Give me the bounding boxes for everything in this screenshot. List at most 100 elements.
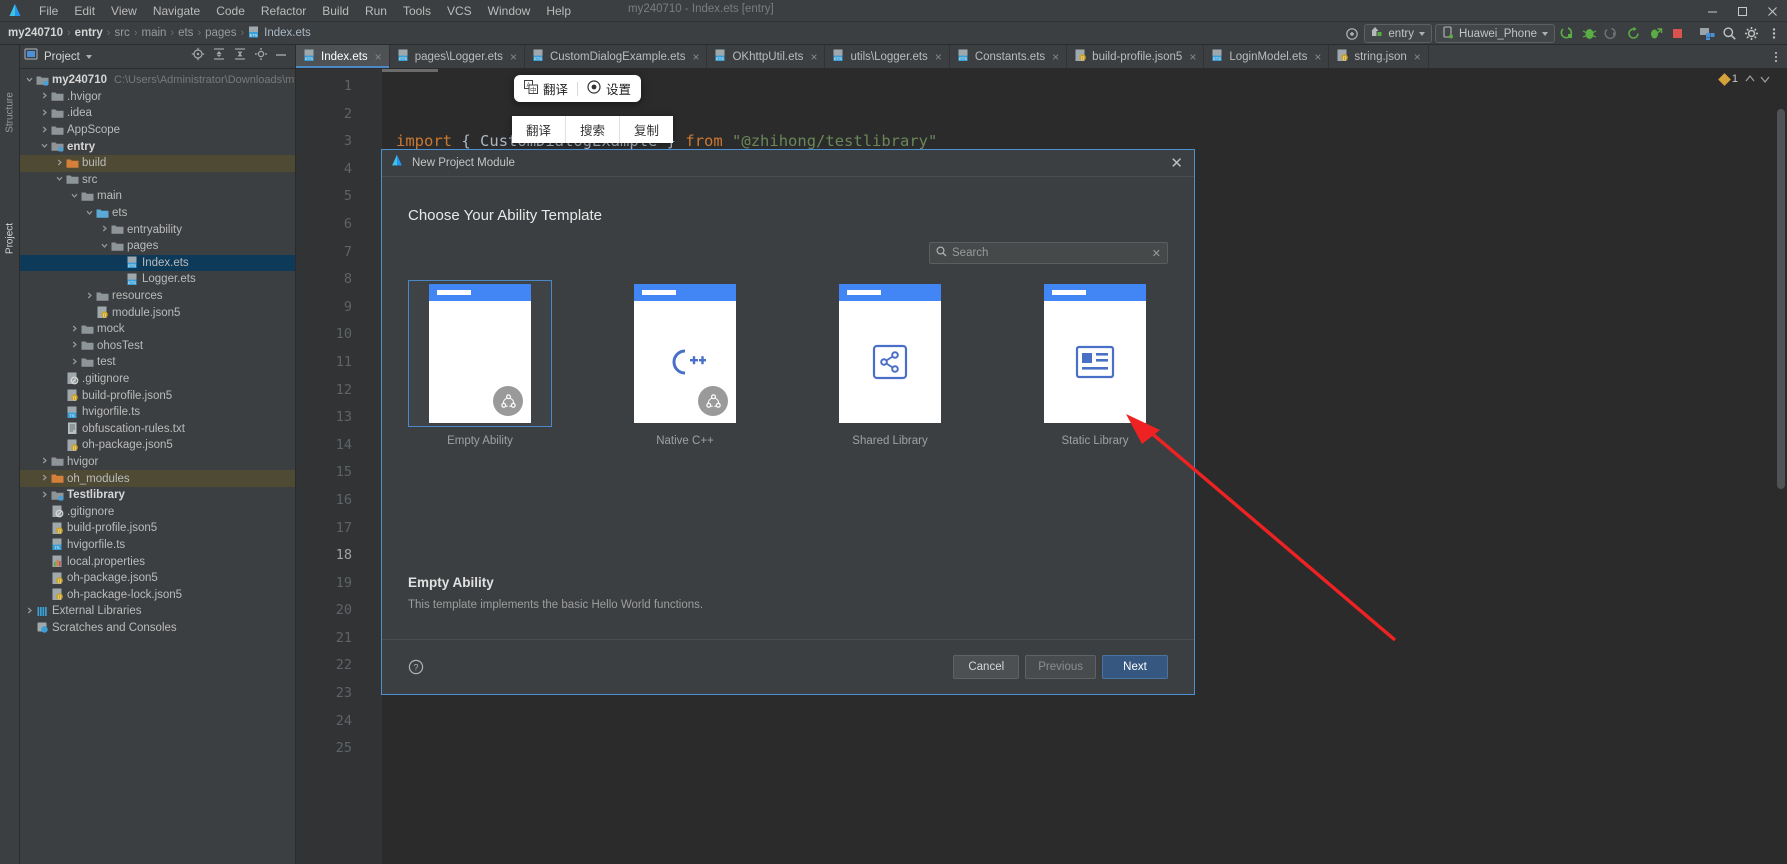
breadcrumb-item-entry[interactable]: entry: [72, 27, 106, 39]
close-icon[interactable]: ×: [810, 50, 817, 64]
rail-item-structure[interactable]: Structure: [5, 91, 16, 135]
debug-icon[interactable]: [1580, 24, 1599, 43]
template-card-empty-ability[interactable]: Empty Ability: [408, 280, 552, 447]
tree-item-build-profile-json5[interactable]: {} build-profile.json5: [20, 520, 295, 537]
tree-item--hvigor[interactable]: .hvigor: [20, 89, 295, 106]
tree-item-entry[interactable]: entry: [20, 138, 295, 155]
tree-item-module-json5[interactable]: {} module.json5: [20, 304, 295, 321]
tree-item-build[interactable]: build: [20, 154, 295, 172]
tree-item--gitignore[interactable]: .gitignore: [20, 503, 295, 520]
editor-tab-customdialogexample-ets[interactable]: ETS CustomDialogExample.ets ×: [525, 45, 708, 68]
close-icon[interactable]: ×: [935, 50, 942, 64]
chevron-right-icon[interactable]: [39, 490, 50, 501]
inspection-status[interactable]: 1: [1718, 72, 1771, 86]
menu-file[interactable]: File: [31, 1, 66, 21]
translate-action[interactable]: A中 翻译: [524, 79, 568, 98]
profiler-icon[interactable]: [1646, 24, 1665, 43]
tree-item-oh-package-lock-json5[interactable]: {} oh-package-lock.json5: [20, 586, 295, 603]
breadcrumb-item-pages[interactable]: pages: [202, 27, 239, 39]
tree-item--gitignore[interactable]: .gitignore: [20, 371, 295, 388]
menu-tools[interactable]: Tools: [395, 1, 439, 21]
template-card-native-cpp[interactable]: Native C++: [613, 280, 757, 447]
chevron-right-icon[interactable]: [39, 108, 50, 119]
minimize-icon[interactable]: [1697, 0, 1727, 22]
editor-tab-utils-logger-ets[interactable]: ETS utils\Logger.ets ×: [825, 45, 950, 68]
run-config-selector[interactable]: entry: [1364, 24, 1432, 43]
chevron-right-icon[interactable]: [24, 606, 35, 617]
tree-item-testlibrary[interactable]: Testlibrary: [20, 487, 295, 504]
close-icon[interactable]: ×: [1414, 50, 1421, 64]
tree-item-main[interactable]: main: [20, 188, 295, 205]
device-manager-icon[interactable]: [1698, 24, 1717, 43]
tree-item-obfuscation-rules-txt[interactable]: obfuscation-rules.txt: [20, 420, 295, 437]
chevron-down-icon[interactable]: [54, 174, 65, 185]
context-action-bar[interactable]: 翻译 搜索 复制: [512, 116, 674, 143]
rail-item-project[interactable]: Project: [5, 217, 16, 261]
locate-icon[interactable]: [191, 47, 205, 66]
close-icon[interactable]: ×: [692, 50, 699, 64]
template-search-box[interactable]: ✕: [929, 242, 1168, 264]
breadcrumb-item-src[interactable]: src: [111, 27, 132, 39]
chevron-right-icon[interactable]: [84, 291, 95, 302]
breadcrumb-item-ets[interactable]: ets: [175, 27, 196, 39]
breadcrumb-item-file[interactable]: ETS Index.ets: [245, 26, 314, 41]
tree-item-oh-modules[interactable]: oh_modules: [20, 470, 295, 487]
search-input[interactable]: [952, 247, 1147, 259]
next-button[interactable]: Next: [1102, 655, 1168, 679]
editor-tab-index-ets[interactable]: ETS Index.ets ×: [296, 45, 390, 68]
tree-item-pages[interactable]: pages: [20, 238, 295, 255]
tree-item-hvigor[interactable]: hvigor: [20, 454, 295, 471]
close-icon[interactable]: ×: [1189, 50, 1196, 64]
tree-item-ets[interactable]: ets: [20, 205, 295, 222]
tree-item-my240710[interactable]: my240710 C:\Users\Administrator\Downloads…: [20, 72, 295, 89]
menu-view[interactable]: View: [103, 1, 145, 21]
context-action-translate[interactable]: 翻译: [512, 116, 567, 143]
menu-navigate[interactable]: Navigate: [145, 1, 208, 21]
breadcrumb-item-main[interactable]: main: [138, 27, 169, 39]
context-action-copy[interactable]: 复制: [620, 116, 673, 143]
settings-icon[interactable]: [254, 47, 268, 66]
chevron-down-icon[interactable]: [39, 141, 50, 152]
hide-icon[interactable]: [275, 48, 287, 66]
close-icon[interactable]: ×: [1052, 50, 1059, 64]
chevron-down-icon[interactable]: [69, 191, 80, 202]
translate-popup[interactable]: A中 翻译 设置: [514, 75, 642, 102]
chevron-down-icon[interactable]: [99, 241, 110, 252]
clear-search-icon[interactable]: ✕: [1152, 247, 1161, 260]
tree-item-index-ets[interactable]: ETS Index.ets: [20, 254, 295, 272]
menu-code[interactable]: Code: [208, 1, 253, 21]
template-card-static-library[interactable]: Static Library: [1023, 280, 1167, 447]
close-icon[interactable]: [1757, 0, 1787, 22]
menu-refactor[interactable]: Refactor: [253, 1, 314, 21]
translate-settings-action[interactable]: 设置: [587, 79, 631, 98]
tree-item-scratches-and-consoles[interactable]: Scratches and Consoles: [20, 620, 295, 637]
more-options-icon[interactable]: [1764, 24, 1783, 43]
chevron-right-icon[interactable]: [69, 324, 80, 335]
tree-item-hvigorfile-ts[interactable]: TS hvigorfile.ts: [20, 537, 295, 554]
tree-item-hvigorfile-ts[interactable]: TS hvigorfile.ts: [20, 404, 295, 421]
chevron-right-icon[interactable]: [69, 357, 80, 368]
chevron-right-icon[interactable]: [69, 340, 80, 351]
tree-item-external-libraries[interactable]: External Libraries: [20, 603, 295, 620]
chevron-down-icon[interactable]: [24, 75, 35, 86]
menu-build[interactable]: Build: [314, 1, 357, 21]
settings-gear-icon[interactable]: [1742, 24, 1761, 43]
stop-icon[interactable]: [1668, 24, 1687, 43]
expand-all-icon[interactable]: [212, 47, 226, 66]
settings-sync-icon[interactable]: [1342, 24, 1361, 43]
menu-edit[interactable]: Edit: [66, 1, 103, 21]
chevron-down-icon[interactable]: [85, 54, 92, 59]
vertical-scrollbar[interactable]: [1775, 69, 1787, 864]
tree-item-entryability[interactable]: entryability: [20, 221, 295, 238]
tree-item-mock[interactable]: mock: [20, 321, 295, 338]
menu-vcs[interactable]: VCS: [439, 1, 480, 21]
close-icon[interactable]: ×: [375, 50, 382, 64]
template-card-shared-library[interactable]: Shared Library: [818, 280, 962, 447]
tree-item-test[interactable]: test: [20, 354, 295, 371]
rerun-icon[interactable]: [1624, 24, 1643, 43]
editor-tab-string-json[interactable]: {} string.json ×: [1329, 45, 1429, 68]
tree-item-oh-package-json5[interactable]: {} oh-package.json5: [20, 437, 295, 454]
close-icon[interactable]: ×: [1314, 50, 1321, 64]
chevron-right-icon[interactable]: [99, 224, 110, 235]
editor-tab-build-profile-json5[interactable]: {} build-profile.json5 ×: [1067, 45, 1205, 68]
